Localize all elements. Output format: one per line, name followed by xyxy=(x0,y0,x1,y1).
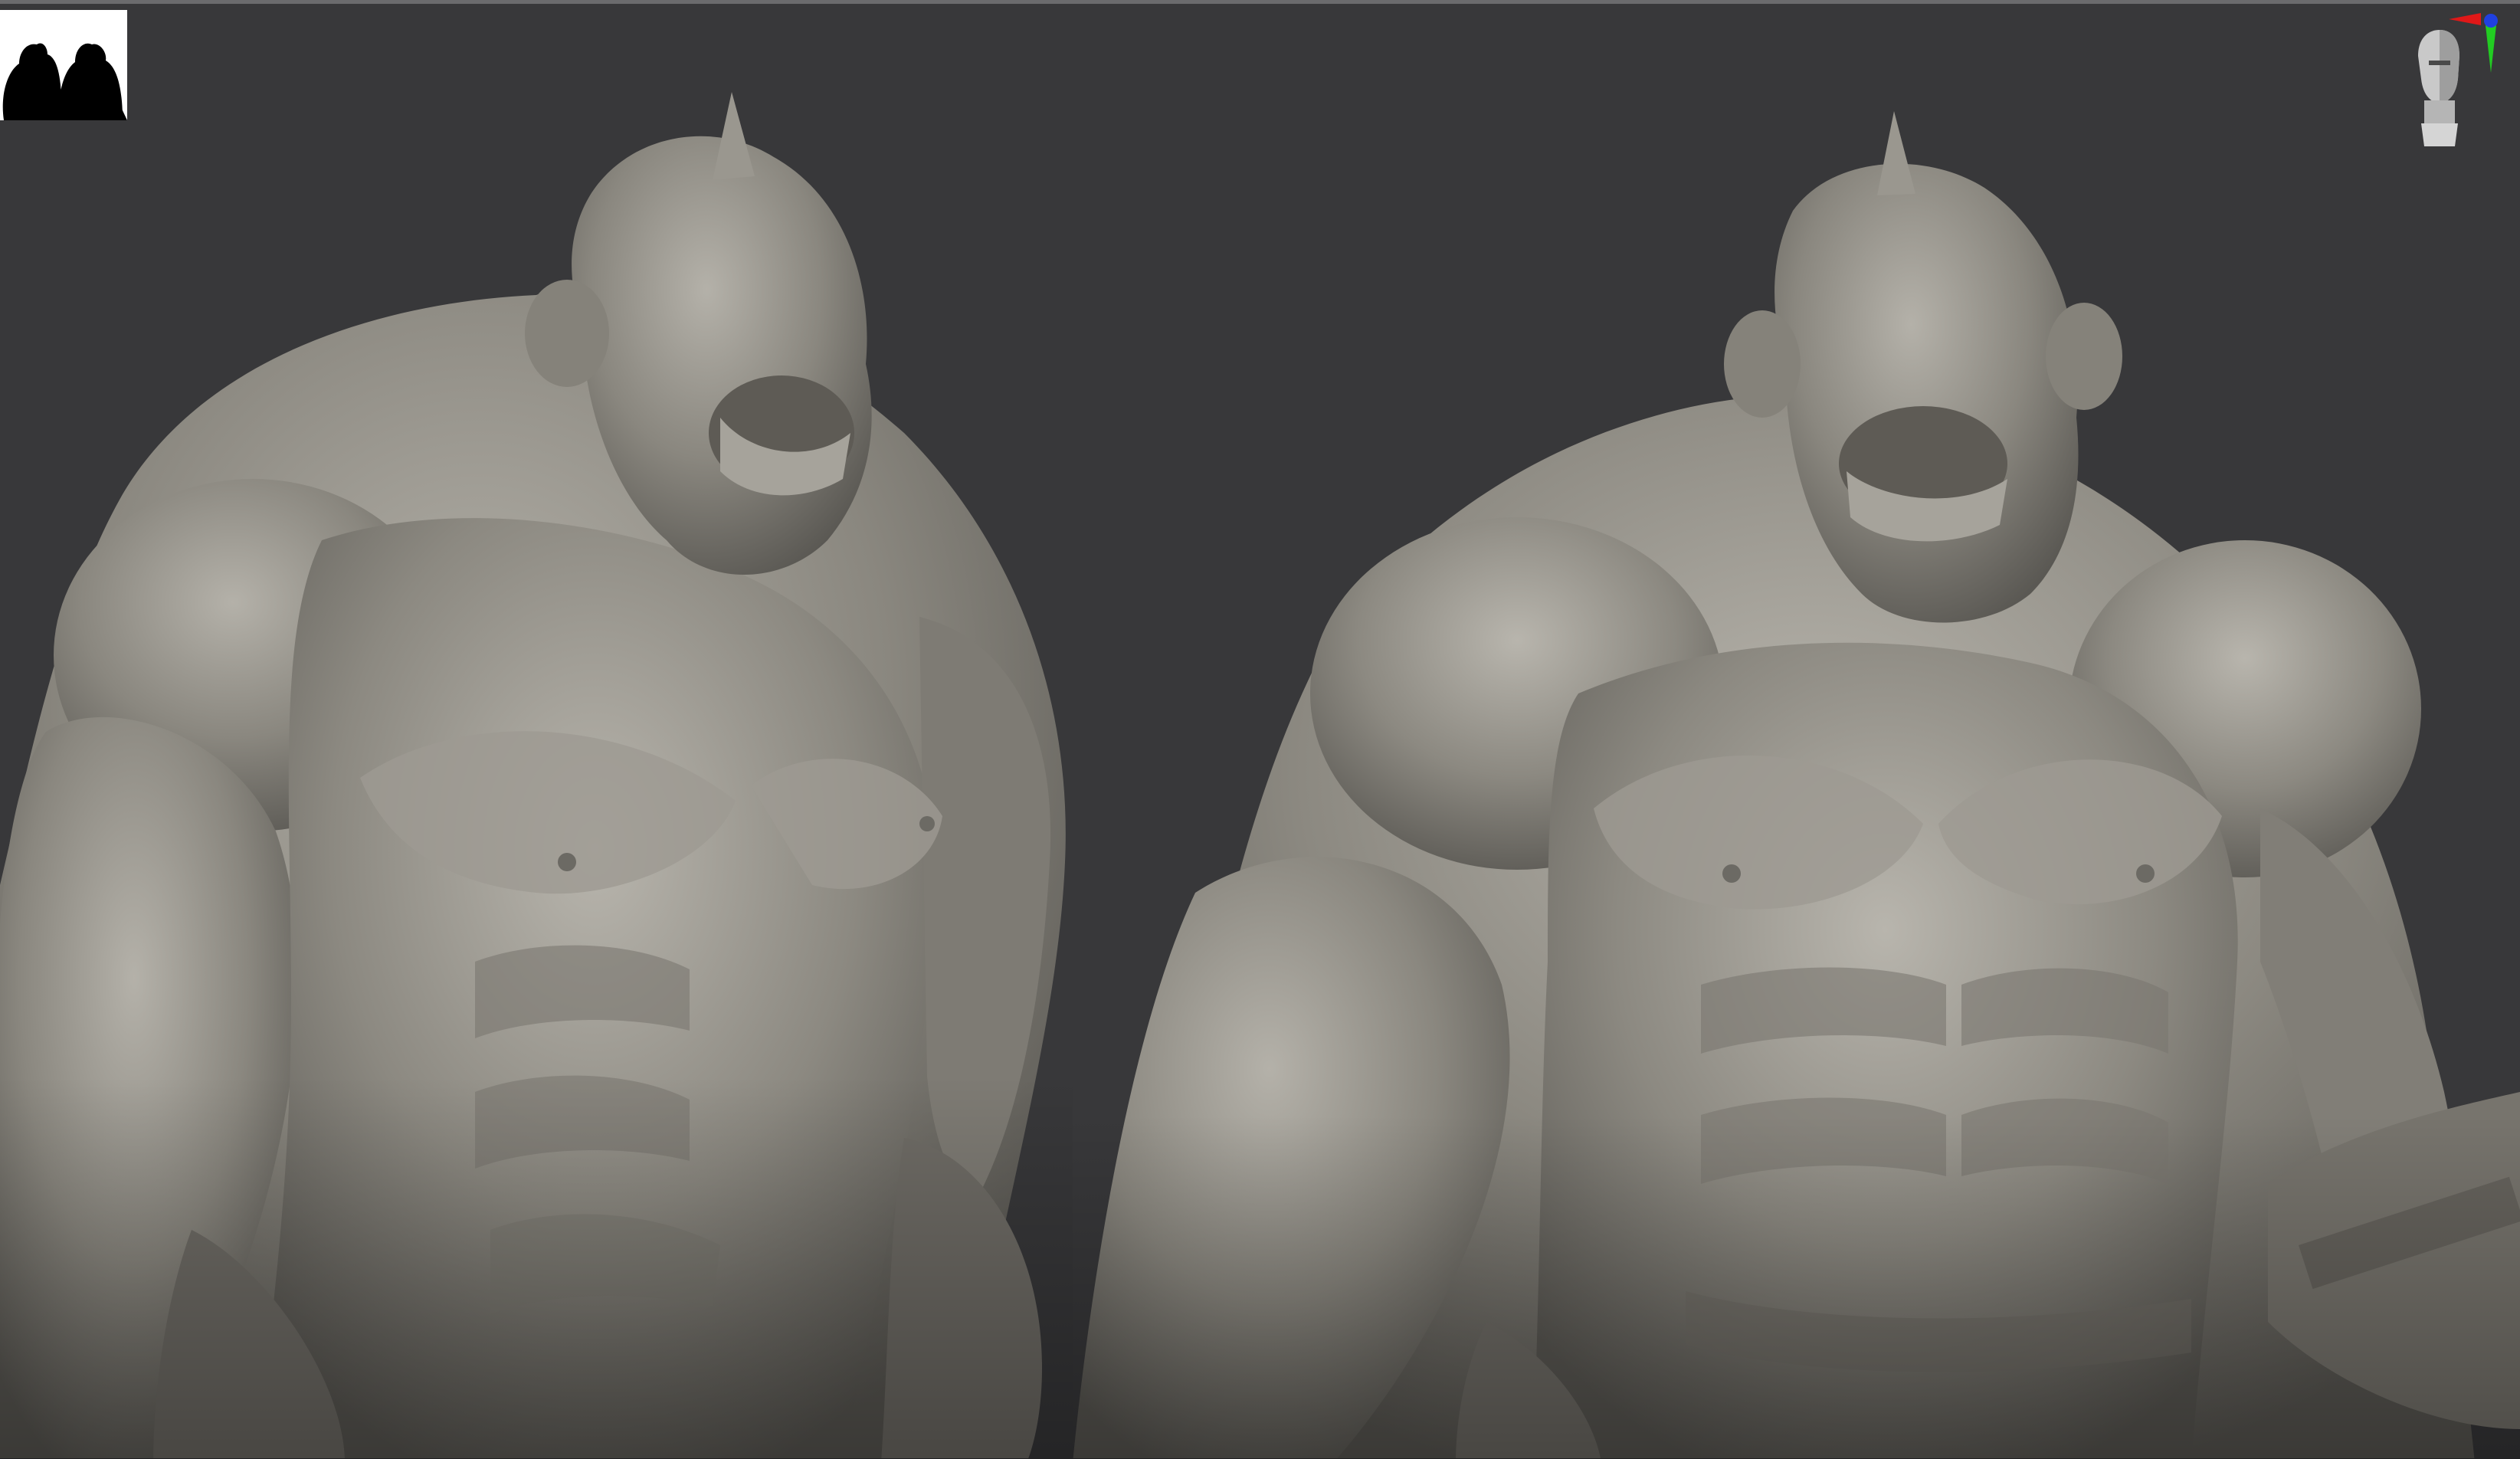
sculpt-render xyxy=(0,92,2520,1459)
ogre-sculpt-right xyxy=(1073,111,2520,1459)
silhouette-thumbnail-icon[interactable] xyxy=(0,10,127,120)
gizmo-graphic xyxy=(2418,13,2498,146)
silhouette-shapes xyxy=(2,43,127,120)
3d-viewport-canvas[interactable] xyxy=(0,0,2520,1459)
head-orientation-gizmo-icon[interactable] xyxy=(2391,10,2513,156)
ogre-sculpt-left xyxy=(0,92,1073,1459)
